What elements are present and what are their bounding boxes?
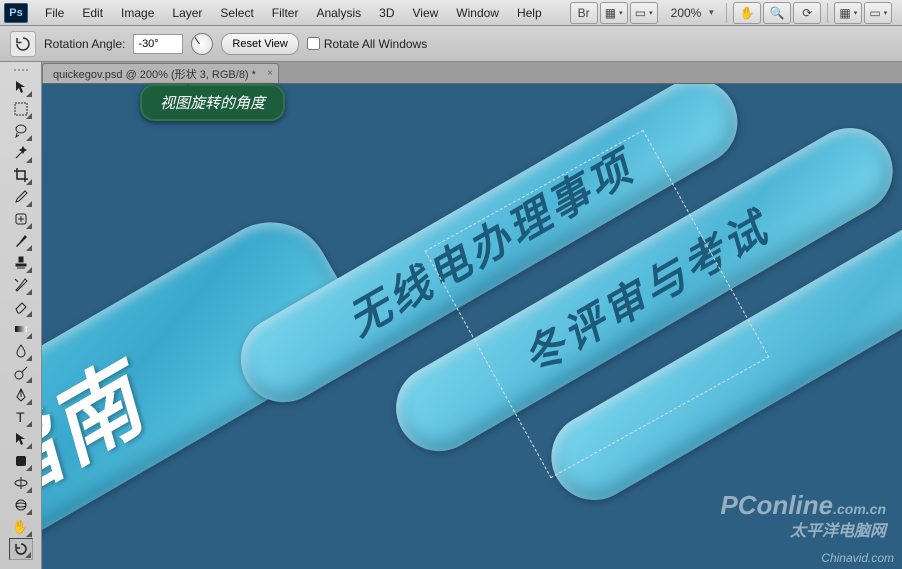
- screen-icon: ▭: [869, 6, 880, 20]
- rotate-tool-shortcut[interactable]: ⟳: [793, 2, 821, 24]
- menu-select[interactable]: Select: [211, 3, 262, 23]
- options-bar: Rotation Angle: Reset View Rotate All Wi…: [0, 26, 902, 62]
- gradient-tool[interactable]: [9, 318, 33, 340]
- work-area: 事指南 无线电办理事项 冬评审与考试 PConline.com.cn 太平洋电脑…: [42, 84, 902, 569]
- chevron-down-icon: ▼: [707, 8, 715, 17]
- rotate-view-icon: [14, 35, 32, 53]
- menu-3d[interactable]: 3D: [370, 3, 403, 23]
- main-pill-text: 事指南: [42, 329, 166, 569]
- move-tool[interactable]: [9, 76, 33, 98]
- view-extras-dropdown[interactable]: ▦: [600, 2, 628, 24]
- hand-icon: ✋: [740, 6, 755, 20]
- document-tab-title: quickegov.psd @ 200% (形状 3, RGB/8) *: [53, 66, 256, 82]
- bridge-icon: Br: [578, 6, 590, 20]
- arrange-docs-dropdown[interactable]: ▦: [834, 2, 862, 24]
- rotation-angle-input[interactable]: [133, 34, 183, 54]
- rotation-angle-dial[interactable]: [191, 33, 213, 55]
- current-tool-preset[interactable]: [10, 31, 36, 57]
- rotate-all-checkbox-input[interactable]: [307, 37, 320, 50]
- shape-tool[interactable]: [9, 450, 33, 472]
- bridge-button[interactable]: Br: [570, 2, 598, 24]
- stamp-tool[interactable]: [9, 252, 33, 274]
- hand-tool[interactable]: ✋: [9, 516, 33, 538]
- reset-view-button[interactable]: Reset View: [221, 33, 298, 55]
- screen-mode-dropdown-2[interactable]: ▭: [864, 2, 892, 24]
- eyedropper-tool[interactable]: [9, 186, 33, 208]
- rotate-icon: ⟳: [802, 6, 812, 20]
- lasso-tool[interactable]: [9, 120, 33, 142]
- watermark-brand: PConline.com.cn 太平洋电脑网: [720, 490, 886, 541]
- marquee-tool[interactable]: [9, 98, 33, 120]
- wand-tool[interactable]: [9, 142, 33, 164]
- watermark-site: Chinavid.com: [821, 551, 894, 565]
- tool-palette: T ✋: [0, 62, 42, 569]
- document-tab-bar: quickegov.psd @ 200% (形状 3, RGB/8) * ×: [0, 62, 902, 84]
- rotate-all-label: Rotate All Windows: [324, 37, 427, 51]
- menu-layer[interactable]: Layer: [163, 3, 211, 23]
- menu-view[interactable]: View: [403, 3, 447, 23]
- menu-file[interactable]: File: [36, 3, 73, 23]
- rotation-angle-label: Rotation Angle:: [44, 37, 125, 51]
- close-tab-icon[interactable]: ×: [267, 68, 273, 79]
- menu-analysis[interactable]: Analysis: [307, 3, 370, 23]
- pen-tool[interactable]: [9, 384, 33, 406]
- screen-icon: ▭: [635, 6, 646, 20]
- toolbox-grip[interactable]: [0, 66, 41, 74]
- screen-mode-dropdown[interactable]: ▭: [630, 2, 658, 24]
- grid-icon: ▦: [839, 6, 850, 20]
- 3d-orbit-tool[interactable]: [9, 494, 33, 516]
- menu-filter[interactable]: Filter: [263, 3, 308, 23]
- eraser-tool[interactable]: [9, 296, 33, 318]
- app-logo: Ps: [4, 3, 28, 23]
- zoom-tool-shortcut[interactable]: 🔍: [763, 2, 791, 24]
- zoom-icon: 🔍: [770, 6, 785, 20]
- menu-edit[interactable]: Edit: [73, 3, 112, 23]
- zoom-value: 200%: [665, 4, 708, 22]
- menu-image[interactable]: Image: [112, 3, 163, 23]
- blur-tool[interactable]: [9, 340, 33, 362]
- type-tool[interactable]: T: [9, 406, 33, 428]
- filmstrip-icon: ▦: [605, 6, 616, 20]
- history-brush-tool[interactable]: [9, 274, 33, 296]
- document-tab[interactable]: quickegov.psd @ 200% (形状 3, RGB/8) * ×: [42, 63, 279, 83]
- rotate-view-tool[interactable]: [9, 538, 33, 560]
- hand-tool-shortcut[interactable]: ✋: [733, 2, 761, 24]
- svg-text:T: T: [16, 409, 25, 425]
- zoom-level[interactable]: 200% ▼: [665, 4, 716, 22]
- 3d-rotate-tool[interactable]: [9, 472, 33, 494]
- menu-window[interactable]: Window: [447, 3, 508, 23]
- menu-bar: Ps File Edit Image Layer Select Filter A…: [0, 0, 902, 26]
- annotation-tooltip: 视图旋转的角度: [140, 84, 285, 121]
- crop-tool[interactable]: [9, 164, 33, 186]
- separator: [827, 3, 828, 23]
- hand-icon: ✋: [12, 519, 28, 535]
- rotate-all-windows-checkbox[interactable]: Rotate All Windows: [307, 37, 427, 51]
- brush-tool[interactable]: [9, 230, 33, 252]
- path-select-tool[interactable]: [9, 428, 33, 450]
- dodge-tool[interactable]: [9, 362, 33, 384]
- healing-brush-tool[interactable]: [9, 208, 33, 230]
- menu-help[interactable]: Help: [508, 3, 551, 23]
- separator: [726, 3, 727, 23]
